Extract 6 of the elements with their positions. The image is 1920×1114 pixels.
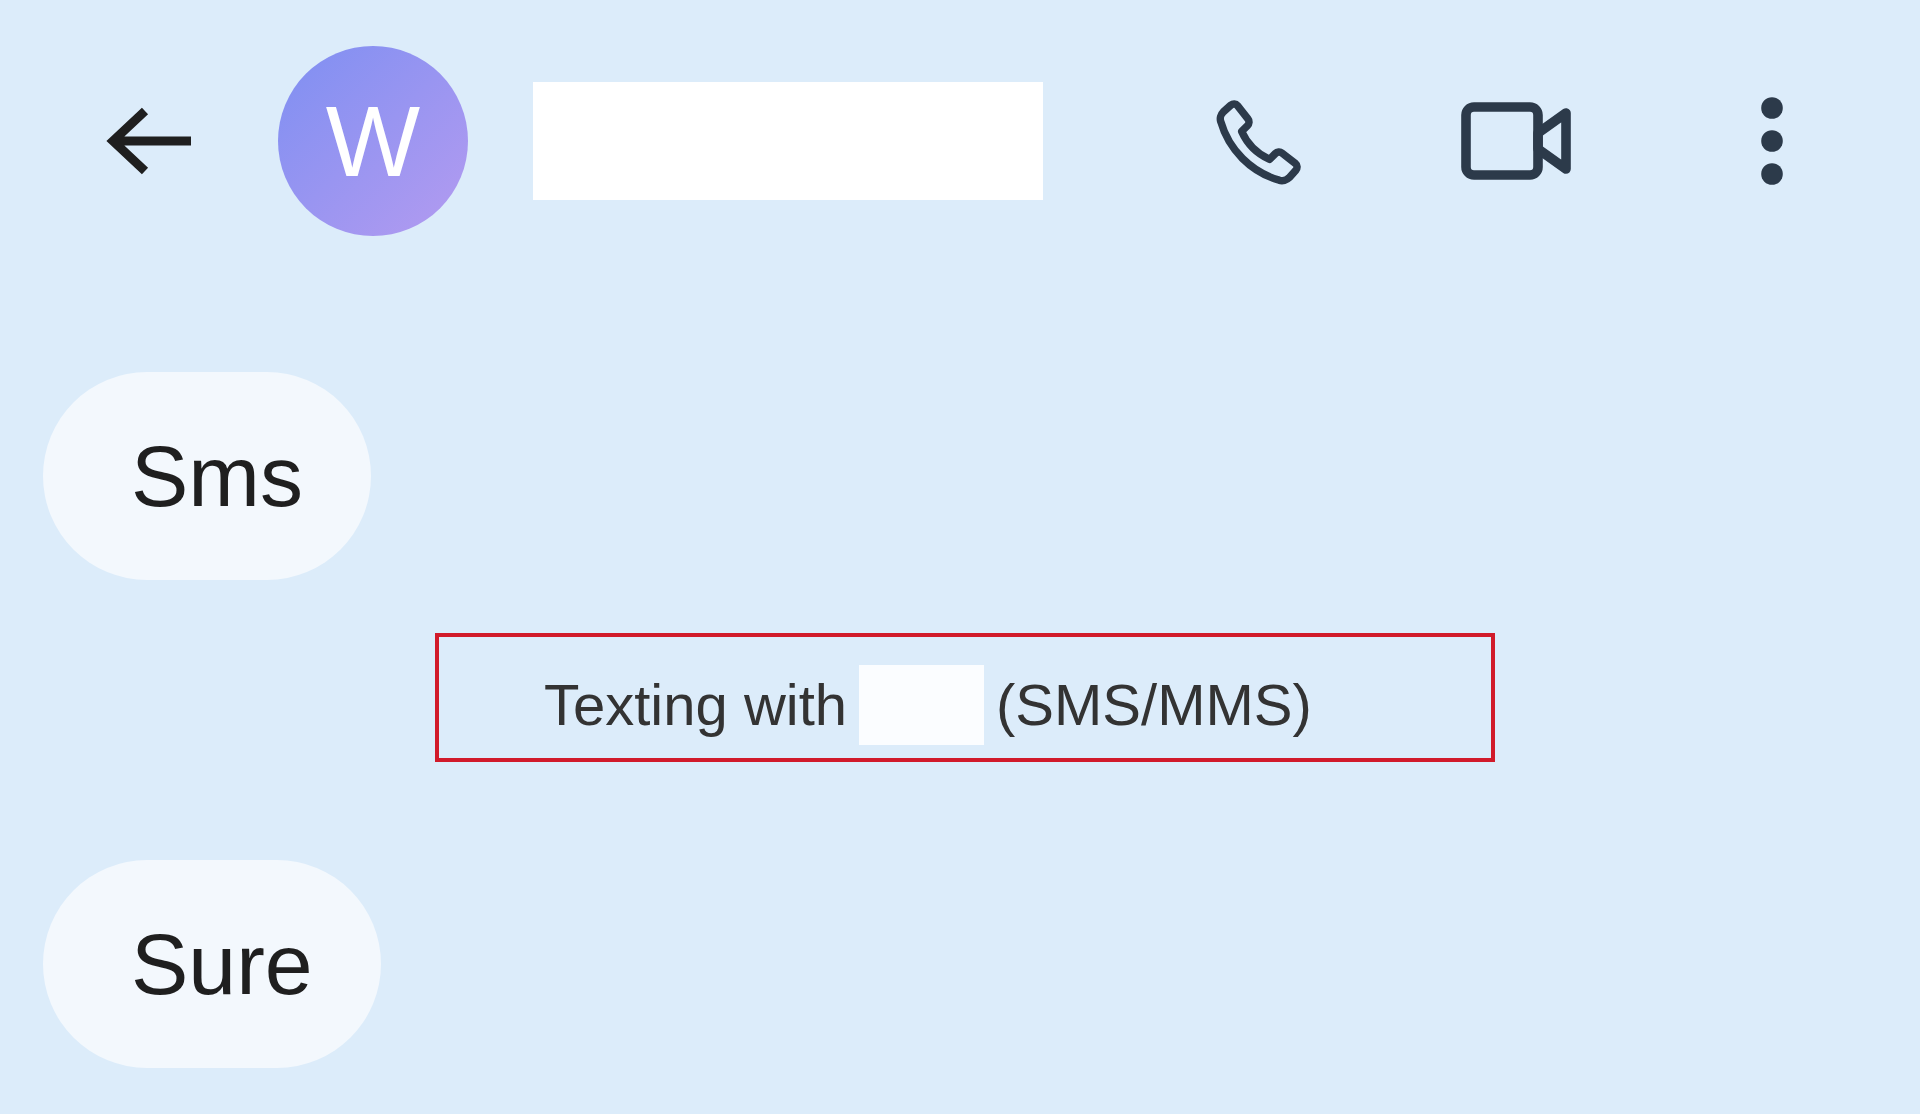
video-call-icon[interactable]	[1460, 101, 1572, 181]
status-text: (SMS/MMS)	[996, 671, 1312, 738]
message-bubble: Sms	[43, 372, 371, 580]
avatar[interactable]: W	[278, 46, 468, 236]
status-text: Texting with	[544, 671, 848, 738]
message-bubble: Sure	[43, 860, 381, 1068]
